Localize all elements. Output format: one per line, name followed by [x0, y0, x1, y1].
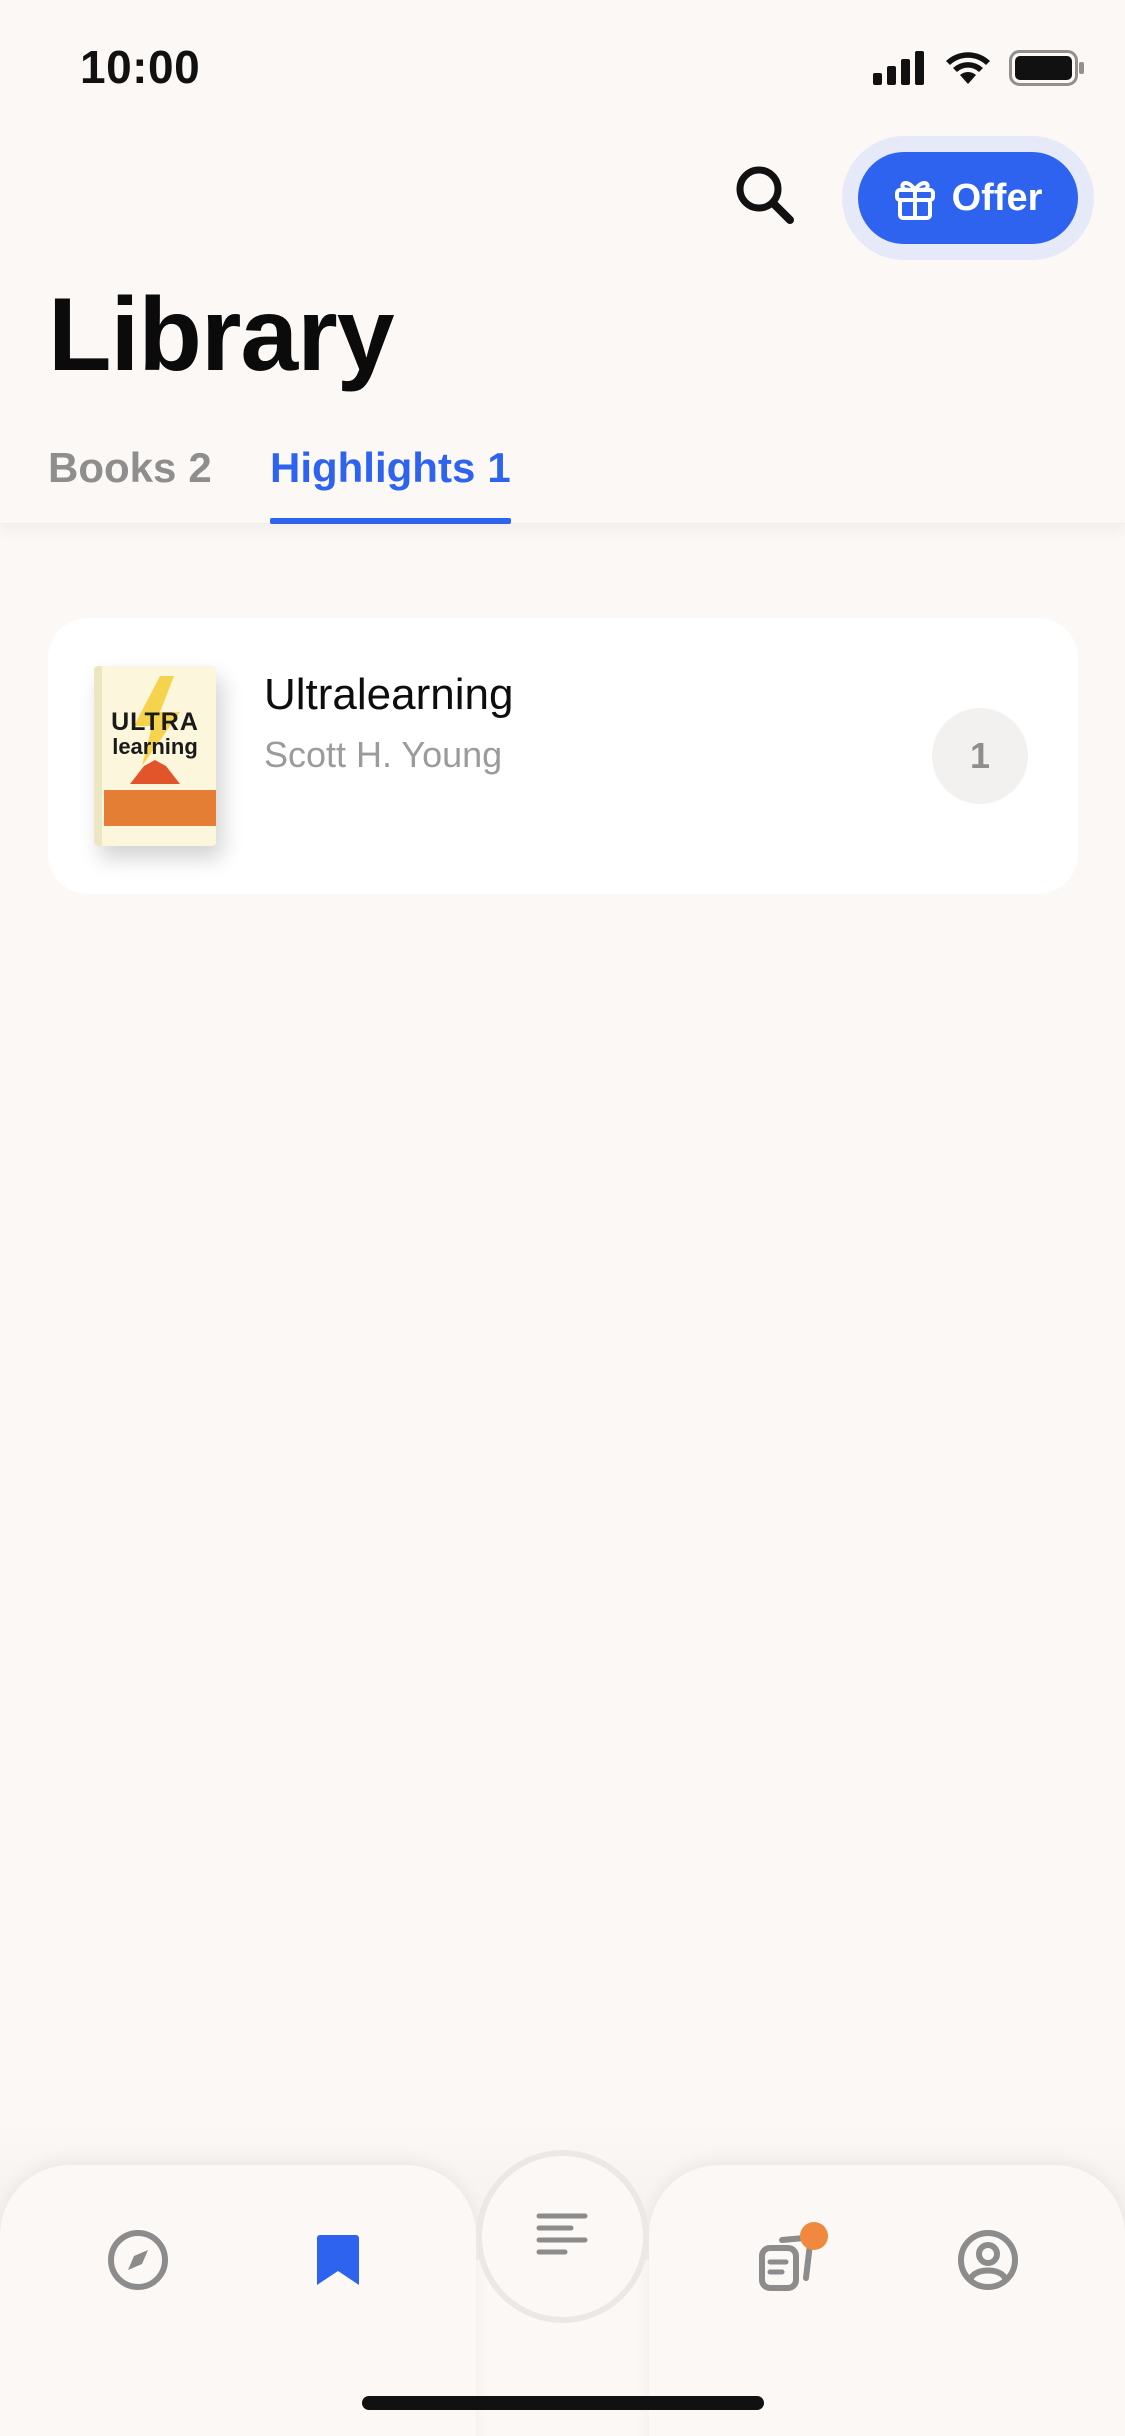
cellular-signal-icon: [873, 51, 924, 85]
nav-library[interactable]: [298, 2220, 378, 2300]
tab-highlights-label: Highlights: [270, 444, 476, 491]
cover-band: [104, 790, 216, 826]
search-icon: [736, 166, 794, 224]
nav-profile[interactable]: [948, 2220, 1028, 2300]
highlight-count-badge: 1: [932, 708, 1028, 804]
home-indicator[interactable]: [362, 2396, 764, 2410]
bookmark-icon: [317, 2235, 359, 2285]
gift-icon: [894, 181, 935, 220]
nav-spaces[interactable]: [748, 2220, 828, 2300]
battery-icon: [1009, 50, 1084, 86]
search-button[interactable]: [730, 160, 800, 230]
tab-highlights-count: 1: [487, 444, 511, 491]
nav-center-button[interactable]: [488, 2160, 638, 2310]
nav-discover[interactable]: [98, 2220, 178, 2300]
status-bar: 10:00: [0, 0, 1125, 140]
highlight-book-card[interactable]: ULTRA learning Ultralearning Scott H. Yo…: [48, 618, 1078, 894]
offer-button[interactable]: Offer: [858, 152, 1078, 244]
tab-books[interactable]: Books 2: [48, 444, 212, 524]
book-author: Scott H. Young: [264, 734, 503, 775]
book-title: Ultralearning: [264, 670, 514, 719]
library-tabs: Books 2 Highlights 1: [0, 430, 1125, 524]
offer-button-container: Offer: [842, 136, 1094, 260]
compass-icon: [108, 2230, 168, 2290]
text-lines-icon: [536, 2213, 588, 2255]
active-tab-indicator: [270, 518, 511, 524]
cover-title: ULTRA: [111, 708, 199, 736]
tab-books-count: 2: [188, 444, 212, 491]
tab-books-label: Books: [48, 444, 177, 491]
profile-icon: [958, 2230, 1018, 2290]
tab-highlights[interactable]: Highlights 1: [270, 444, 511, 524]
offer-label: Offer: [951, 176, 1043, 219]
status-time: 10:00: [80, 41, 201, 93]
book-cover: ULTRA learning: [94, 666, 216, 846]
cover-subtitle: learning: [112, 734, 198, 759]
flashcards-icon-wrap: [756, 2222, 828, 2292]
bottom-navigation: [0, 2150, 1125, 2436]
wifi-icon: [946, 52, 990, 84]
status-icons: [873, 50, 1085, 86]
notification-dot: [800, 2222, 828, 2250]
page-title: Library: [48, 277, 395, 393]
